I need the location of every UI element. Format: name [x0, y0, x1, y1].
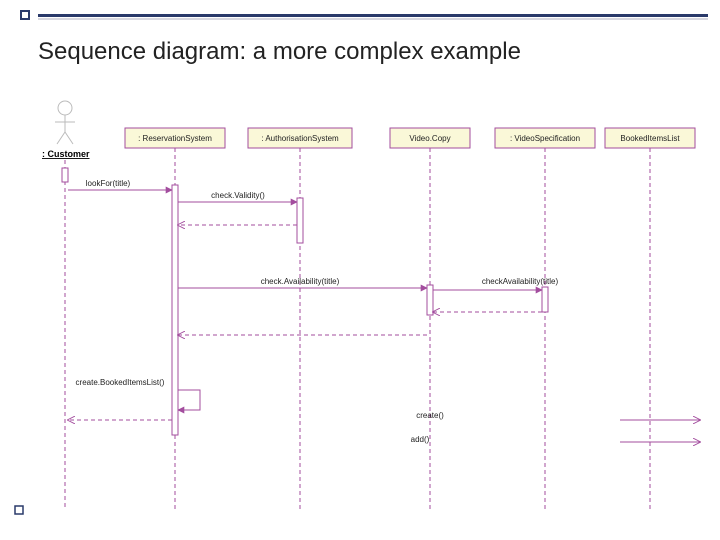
svg-text:: ReservationSystem: : ReservationSystem: [138, 134, 212, 143]
object-video-specification: : VideoSpecification: [495, 128, 595, 148]
object-authorisation-system: : AuthorisationSystem: [248, 128, 352, 148]
svg-text:lookFor(title): lookFor(title): [86, 179, 131, 188]
activation-bar: [427, 285, 433, 315]
bullet-icon: [20, 10, 30, 20]
activation-bar: [542, 287, 548, 312]
message-add: add(): [411, 435, 430, 444]
slide-decoration: [0, 6, 720, 22]
object-reservation-system: : ReservationSystem: [125, 128, 225, 148]
svg-text:checkAvailability(title): checkAvailability(title): [482, 277, 559, 286]
bullet-icon: [15, 506, 23, 514]
divider-dark: [38, 14, 708, 17]
svg-text:check.Availability(title): check.Availability(title): [261, 277, 340, 286]
slide: Sequence diagram: a more complex example…: [0, 0, 720, 540]
actor-customer: : Customer: [42, 101, 90, 159]
svg-text:BookedItemsList: BookedItemsList: [620, 134, 680, 143]
object-video-copy: Video.Copy: [390, 128, 470, 148]
self-call: [178, 390, 200, 410]
actor-label: : Customer: [42, 149, 90, 159]
message-create: create(): [416, 411, 444, 420]
svg-text:check.Validity(): check.Validity(): [211, 191, 265, 200]
svg-text:Video.Copy: Video.Copy: [409, 134, 450, 143]
object-booked-items-list: BookedItemsList: [605, 128, 695, 148]
divider-light: [38, 18, 708, 20]
message-create-bil-label: create.BookedItemsList(): [76, 378, 165, 387]
activation-bar: [62, 168, 68, 182]
activation-bar: [297, 198, 303, 243]
svg-text:: AuthorisationSystem: : AuthorisationSystem: [261, 134, 339, 143]
svg-text:: VideoSpecification: : VideoSpecification: [510, 134, 580, 143]
activation-bar: [172, 185, 178, 435]
sequence-diagram: : Customer : ReservationSystem : Authori…: [0, 90, 720, 540]
page-title: Sequence diagram: a more complex example: [38, 38, 521, 66]
